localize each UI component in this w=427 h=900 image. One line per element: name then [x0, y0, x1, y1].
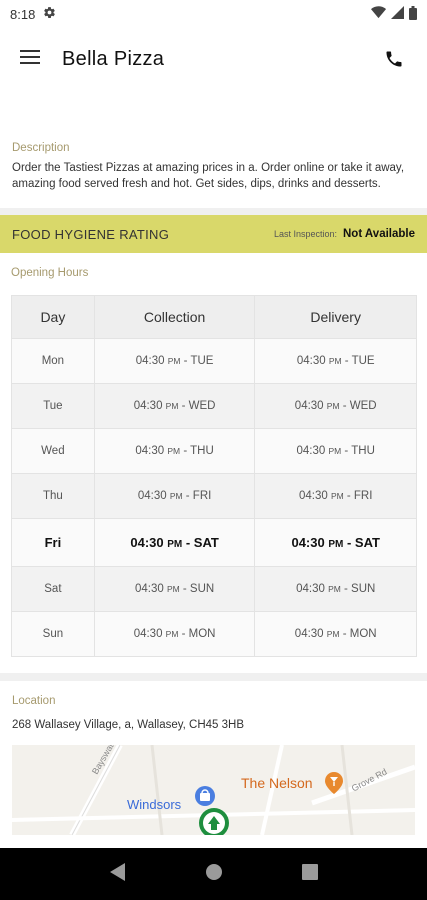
home-icon[interactable]: [205, 863, 223, 886]
status-bar: 8:18: [0, 0, 427, 28]
hamburger-menu-icon[interactable]: [20, 49, 40, 69]
opening-hours-label: Opening Hours: [11, 267, 89, 279]
location-address: 268 Wallasey Village, a, Wallasey, CH45 …: [12, 719, 245, 731]
status-time: 8:18: [10, 6, 36, 22]
header-collection: Collection: [93, 295, 256, 339]
table-row-current-day: Fri 04:30 PM - SAT 04:30 PM - SAT: [11, 518, 417, 567]
description-card: Description Order the Tastiest Pizzas at…: [0, 90, 427, 208]
collection-cell: 04:30 PM - SUN: [93, 566, 256, 612]
opening-hours-card: Opening Hours Day Collection Delivery Mo…: [0, 253, 427, 673]
recents-icon[interactable]: [301, 863, 318, 885]
location-map[interactable]: Bayswater Rd Grove Rd The Nelson Windsor…: [12, 745, 415, 835]
battery-icon: [409, 5, 417, 23]
location-label: Location: [12, 695, 56, 707]
collection-cell: 04:30 PM - THU: [93, 428, 256, 474]
wifi-icon: [371, 6, 386, 22]
description-label: Description: [12, 142, 70, 154]
table-row: Sun 04:30 PM - MON 04:30 PM - MON: [11, 611, 417, 657]
delivery-cell: 04:30 PM - TUE: [254, 338, 417, 384]
hygiene-title: FOOD HYGIENE RATING: [12, 226, 170, 242]
day-cell: Wed: [11, 428, 95, 474]
header-day: Day: [11, 295, 95, 339]
collection-cell: 04:30 PM - MON: [93, 611, 256, 657]
back-icon[interactable]: [109, 862, 126, 886]
phone-icon[interactable]: [381, 46, 407, 72]
settings-icon: [43, 6, 56, 22]
table-row: Tue 04:30 PM - WED 04:30 PM - WED: [11, 383, 417, 429]
signal-icon: [391, 6, 404, 22]
food-hygiene-banner: FOOD HYGIENE RATING Last Inspection: Not…: [0, 215, 427, 253]
day-cell: Mon: [11, 338, 95, 384]
delivery-cell: 04:30 PM - WED: [254, 383, 417, 429]
delivery-cell: 04:30 PM - SAT: [254, 518, 417, 567]
map-place-label: Windsors: [127, 797, 182, 812]
day-cell: Fri: [11, 518, 95, 567]
table-row: Mon 04:30 PM - TUE 04:30 PM - TUE: [11, 338, 417, 384]
last-inspection-label: Last Inspection:: [273, 229, 337, 239]
app-bar: Bella Pizza: [0, 28, 427, 90]
collection-cell: 04:30 PM - TUE: [93, 338, 256, 384]
app-title: Bella Pizza: [62, 47, 165, 70]
content-scroll[interactable]: Description Order the Tastiest Pizzas at…: [0, 90, 427, 848]
table-row: Sat 04:30 PM - SUN 04:30 PM - SUN: [11, 566, 417, 612]
delivery-cell: 04:30 PM - MON: [254, 611, 417, 657]
delivery-cell: 04:30 PM - THU: [254, 428, 417, 474]
delivery-cell: 04:30 PM - FRI: [254, 473, 417, 519]
day-cell: Sat: [11, 566, 95, 612]
table-row: Thu 04:30 PM - FRI 04:30 PM - FRI: [11, 473, 417, 519]
day-cell: Sun: [11, 611, 95, 657]
collection-cell: 04:30 PM - SAT: [93, 518, 256, 567]
pub-marker-icon: [324, 772, 344, 799]
system-nav-bar: [0, 848, 427, 900]
description-text: Order the Tastiest Pizzas at amazing pri…: [12, 162, 405, 190]
map-place-label: The Nelson: [241, 775, 313, 791]
location-pin-icon: [198, 807, 230, 835]
location-card: Location 268 Wallasey Village, a, Wallas…: [0, 681, 427, 848]
header-delivery: Delivery: [254, 295, 417, 339]
table-header-row: Day Collection Delivery: [11, 295, 417, 339]
table-row: Wed 04:30 PM - THU 04:30 PM - THU: [11, 428, 417, 474]
opening-hours-table: Day Collection Delivery Mon 04:30 PM - T…: [11, 295, 417, 657]
collection-cell: 04:30 PM - WED: [93, 383, 256, 429]
day-cell: Tue: [11, 383, 95, 429]
day-cell: Thu: [11, 473, 95, 519]
delivery-cell: 04:30 PM - SUN: [254, 566, 417, 612]
collection-cell: 04:30 PM - FRI: [93, 473, 256, 519]
last-inspection-value: Not Available: [343, 228, 415, 240]
